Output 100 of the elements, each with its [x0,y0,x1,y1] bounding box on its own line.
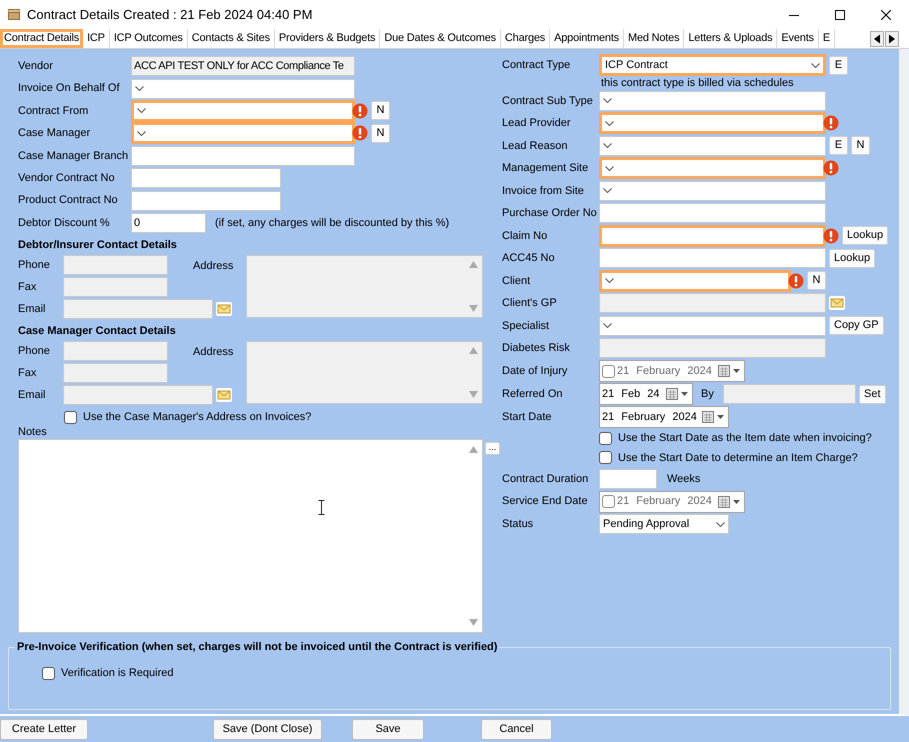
form-button[interactable]: N [851,136,870,156]
footer-button[interactable]: Save (Dont Close) [213,718,322,740]
date-picker[interactable]: 21 February 2024 [599,360,745,382]
text-field[interactable] [63,255,168,276]
footer-button[interactable]: Create Letter [0,718,88,740]
text-field[interactable]: 0 [131,212,206,233]
text-field[interactable] [599,203,826,224]
field-label: Client's GP [502,296,558,311]
checkbox[interactable] [602,495,615,508]
text-field[interactable] [63,363,168,384]
dropdown[interactable] [599,90,826,111]
dropdown[interactable]: Pending Approval [599,514,729,534]
text-field[interactable] [599,338,826,358]
scroll-left-icon[interactable] [870,30,884,46]
dropdown[interactable] [131,78,355,99]
envelope-icon[interactable] [829,296,845,310]
dropdown[interactable] [599,157,826,180]
scroll-up-icon[interactable] [469,261,478,268]
scroll-right-icon[interactable] [885,30,899,46]
calendar-icon[interactable] [718,496,742,508]
tab[interactable]: E [818,29,835,48]
form-button[interactable]: N [371,124,390,143]
tab[interactable]: Med Notes [624,29,684,48]
dropdown[interactable] [599,316,826,336]
scroll-up-icon[interactable] [469,446,478,454]
tab[interactable]: ICP Outcomes [110,29,188,48]
field-label: Lead Reason [502,138,568,154]
form-button[interactable]: Set [859,384,886,404]
dropdown[interactable] [599,136,826,156]
text-field[interactable] [131,190,281,211]
form-button[interactable]: N [807,271,826,290]
form-button[interactable]: Lookup [829,248,876,268]
calendar-icon[interactable] [702,411,726,423]
footer-button[interactable]: Cancel [481,718,552,740]
tab[interactable]: ICP [83,29,110,48]
checkbox[interactable] [64,410,77,424]
address-field[interactable] [246,255,483,318]
text-field[interactable] [63,277,168,298]
form-button[interactable]: Lookup [842,226,888,246]
tab[interactable]: Contacts & Sites [188,29,275,48]
footer-button[interactable]: Save [352,718,424,740]
maximize-icon[interactable] [835,10,845,20]
chevron-down-icon [603,143,612,148]
form-button[interactable]: E [829,136,848,156]
form-button[interactable]: Copy GP [829,316,884,336]
checkbox[interactable] [599,432,612,445]
text-cursor-icon [318,500,325,516]
date-picker[interactable]: 21 February 2024 [599,406,729,428]
group-title: Pre-Invoice Verification (when set, charges will not be invoiced until the Contract is verified) [15,640,500,654]
calendar-icon[interactable] [666,388,690,400]
notes-field[interactable] [18,439,483,634]
dropdown[interactable]: ICP Contract [599,54,826,76]
field-label: Claim No [502,228,548,244]
chevron-down-icon [716,522,725,527]
text-field[interactable] [63,299,213,320]
dropdown[interactable] [131,122,355,144]
envelope-icon[interactable] [216,388,232,402]
text-field[interactable] [599,248,826,268]
checkbox[interactable] [42,666,55,680]
checkbox[interactable] [599,451,612,464]
tab[interactable]: Providers & Budgets [274,29,380,48]
checkbox[interactable] [602,364,615,378]
form-button[interactable]: N [371,101,390,120]
form-button[interactable]: E [829,56,848,75]
date-picker[interactable]: 21 Feb 24 [599,383,693,405]
scroll-down-icon[interactable] [469,619,478,626]
dropdown[interactable] [599,180,826,201]
tab[interactable]: Events [777,29,819,48]
text-field[interactable] [599,468,657,489]
dropdown[interactable] [599,112,826,134]
tab[interactable]: Letters & Uploads [684,29,778,48]
address-field[interactable] [246,341,483,404]
field-label: By [701,386,715,402]
tab[interactable]: Contract Details [0,29,84,48]
scroll-down-icon[interactable] [469,391,478,398]
scroll-down-icon[interactable] [469,305,478,312]
text-field[interactable] [131,146,355,166]
text-field[interactable] [131,168,281,188]
text-field[interactable] [723,384,856,404]
field-label: Client [502,274,532,288]
text-field[interactable] [599,293,826,314]
text-field[interactable] [599,224,826,247]
calendar-icon[interactable] [718,365,742,377]
field-label: Address [193,259,234,274]
scroll-up-icon[interactable] [469,347,478,354]
field-label: Notes [18,425,48,440]
envelope-icon[interactable] [216,302,232,316]
hint-text: this contract type is billed via schedules [601,76,794,91]
tab[interactable]: Appointments [550,29,624,48]
date-picker[interactable]: 21 February 2024 [599,490,745,512]
tab[interactable]: Due Dates & Outcomes [380,29,501,48]
tab[interactable]: Charges [500,29,550,48]
dropdown[interactable] [599,270,791,292]
text-field[interactable] [63,385,213,406]
close-icon[interactable] [881,10,891,20]
text-field[interactable]: ACC API TEST ONLY for ACC Compliance Te [131,56,355,76]
more-button[interactable]: ... [485,442,500,456]
text-field[interactable] [63,341,168,362]
dropdown[interactable] [131,100,355,122]
chevron-down-icon [811,62,820,68]
